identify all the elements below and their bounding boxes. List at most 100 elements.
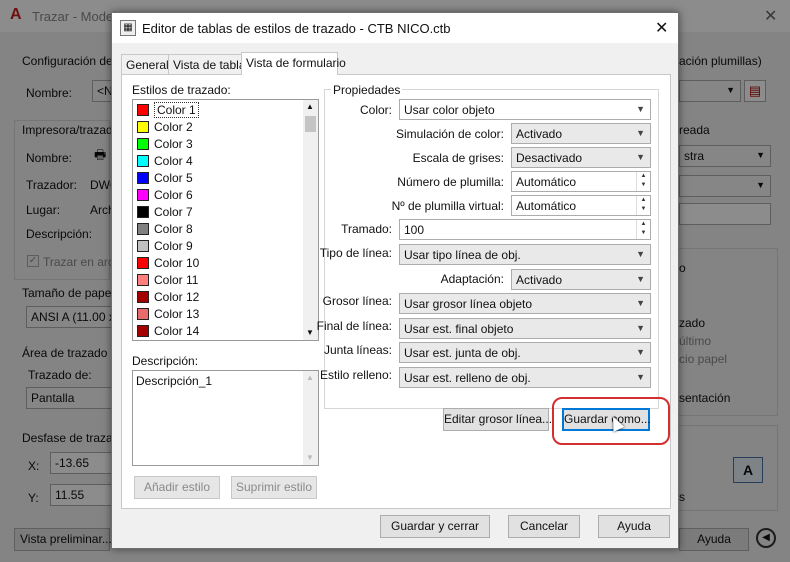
chevron-down-icon: ▼	[636, 249, 645, 259]
color-swatch	[137, 256, 149, 269]
descripcion-textarea[interactable]: Descripción_1 ▲ ▼	[132, 370, 319, 466]
grosor-label: Grosor línea:	[322, 294, 392, 308]
list-item-label: Color 4	[154, 153, 193, 168]
plot-styles-list[interactable]: Color 1 Color 2 Color 3 Color 4 Color 5 Color…	[132, 99, 319, 341]
chevron-down-icon: ▼	[636, 274, 645, 284]
list-item[interactable]: Color 4	[134, 152, 302, 169]
color-swatch	[137, 205, 149, 218]
list-item[interactable]: Color 11	[134, 271, 302, 288]
tipo-linea-label: Tipo de línea:	[319, 246, 392, 260]
list-item[interactable]: Color 3	[134, 135, 302, 152]
list-item[interactable]: Color 6	[134, 186, 302, 203]
list-item[interactable]: Color 1	[134, 101, 302, 118]
junta-label: Junta líneas:	[323, 343, 392, 357]
editar-grosor-button[interactable]: Editar grosor línea...	[443, 408, 552, 431]
plot-styles-items: Color 1 Color 2 Color 3 Color 4 Color 5 Color…	[134, 101, 302, 342]
color-swatch	[137, 137, 149, 150]
color-swatch	[137, 171, 149, 184]
app-icon: ▦	[120, 20, 136, 36]
scroll-down-icon[interactable]: ▼	[306, 453, 314, 462]
escala-combo[interactable]: Desactivado ▼	[511, 147, 651, 168]
color-swatch	[137, 120, 149, 133]
estilos-label: Estilos de trazado:	[132, 83, 231, 97]
list-item[interactable]: Color 8	[134, 220, 302, 237]
chevron-down-icon: ▼	[636, 347, 645, 357]
close-icon[interactable]: ✕	[655, 18, 668, 38]
grosor-combo[interactable]: Usar grosor línea objeto ▼	[399, 293, 651, 314]
junta-combo[interactable]: Usar est. junta de obj. ▼	[399, 342, 651, 363]
list-item-label: Color 10	[154, 255, 200, 270]
plot-style-table-editor: ▦ Editor de tablas de estilos de trazado…	[111, 12, 679, 549]
list-item-label: Color 6	[154, 187, 193, 202]
color-swatch	[137, 222, 149, 235]
list-item[interactable]: Color 12	[134, 288, 302, 305]
color-swatch	[137, 307, 149, 320]
list-item-label: Color 1	[154, 101, 199, 118]
list-item-label: Color 11	[154, 272, 199, 287]
color-swatch	[137, 273, 149, 286]
adaptacion-label: Adaptación:	[440, 272, 504, 286]
color-swatch	[137, 188, 149, 201]
spinner-arrows-icon[interactable]: ▲ ▼	[636, 196, 650, 215]
plumilla-virtual-label: Nº de plumilla virtual:	[391, 199, 504, 213]
desc-scrollbar[interactable]: ▲ ▼	[303, 371, 318, 465]
color-label: Color:	[359, 103, 392, 117]
relleno-combo[interactable]: Usar est. relleno de obj. ▼	[399, 367, 651, 388]
guardar-cerrar-button[interactable]: Guardar y cerrar	[380, 515, 490, 538]
list-item[interactable]: Color 5	[134, 169, 302, 186]
list-item[interactable]: Color 15	[134, 339, 302, 342]
cancelar-button[interactable]: Cancelar	[508, 515, 580, 538]
list-item-label: Color 12	[154, 289, 200, 304]
scroll-thumb[interactable]	[305, 116, 316, 132]
spinner-arrows-icon[interactable]: ▲ ▼	[636, 172, 650, 191]
scroll-up-icon[interactable]: ▲	[306, 102, 314, 111]
simulacion-label: Simulación de color:	[395, 127, 504, 141]
final-label: Final de línea:	[316, 319, 392, 333]
list-item[interactable]: Color 7	[134, 203, 302, 220]
final-combo[interactable]: Usar est. final objeto ▼	[399, 318, 651, 339]
tab-vista-tabla[interactable]: Vista de tabla	[168, 54, 246, 74]
suprimir-estilo-button[interactable]: Suprimir estilo	[231, 476, 317, 499]
tab-vista-formulario[interactable]: Vista de formulario	[241, 52, 346, 75]
list-item-label: Color 7	[154, 204, 193, 219]
tramado-label: Tramado:	[341, 222, 392, 236]
list-item-label: Color 15	[154, 341, 199, 342]
list-item[interactable]: Color 9	[134, 237, 302, 254]
list-item[interactable]: Color 13	[134, 305, 302, 322]
list-item-label: Color 8	[154, 221, 193, 236]
chevron-down-icon: ▼	[636, 298, 645, 308]
chevron-down-icon: ▼	[636, 152, 645, 162]
editor-titlebar: ▦ Editor de tablas de estilos de trazado…	[112, 13, 678, 43]
descripcion-label: Descripción:	[132, 354, 199, 368]
relleno-label: Estilo relleno:	[319, 368, 392, 382]
adaptacion-combo[interactable]: Activado ▼	[511, 269, 651, 290]
list-item-label: Color 3	[154, 136, 193, 151]
color-combo[interactable]: Usar color objeto ▼	[399, 99, 651, 120]
scroll-up-icon[interactable]: ▲	[306, 373, 314, 382]
list-item[interactable]: Color 2	[134, 118, 302, 135]
tipo-linea-combo[interactable]: Usar tipo línea de obj. ▼	[399, 244, 651, 265]
color-swatch	[137, 324, 149, 337]
tramado-spinner[interactable]: 100 ▲ ▼	[399, 219, 651, 240]
list-item-label: Color 14	[154, 323, 200, 338]
ayuda-button[interactable]: Ayuda	[598, 515, 670, 538]
color-swatch	[137, 239, 149, 252]
anadir-estilo-button[interactable]: Añadir estilo	[134, 476, 220, 499]
list-item-label: Color 5	[154, 170, 193, 185]
color-swatch	[137, 290, 149, 303]
list-item[interactable]: Color 14	[134, 322, 302, 339]
scroll-down-icon[interactable]: ▼	[306, 328, 314, 337]
spinner-arrows-icon[interactable]: ▲ ▼	[636, 220, 650, 239]
color-swatch	[137, 154, 149, 167]
list-scrollbar[interactable]: ▲ ▼	[303, 100, 318, 340]
escala-label: Escala de grises:	[412, 151, 504, 165]
simulacion-combo[interactable]: Activado ▼	[511, 123, 651, 144]
list-item[interactable]: Color 10	[134, 254, 302, 271]
plumilla-spinner[interactable]: Automático ▲ ▼	[511, 171, 651, 192]
color-swatch	[137, 103, 149, 116]
plumilla-virtual-spinner[interactable]: Automático ▲ ▼	[511, 195, 651, 216]
list-item-label: Color 13	[154, 306, 200, 321]
tab-general[interactable]: General	[121, 54, 169, 74]
list-item-label: Color 2	[154, 119, 193, 134]
chevron-down-icon: ▼	[636, 372, 645, 382]
